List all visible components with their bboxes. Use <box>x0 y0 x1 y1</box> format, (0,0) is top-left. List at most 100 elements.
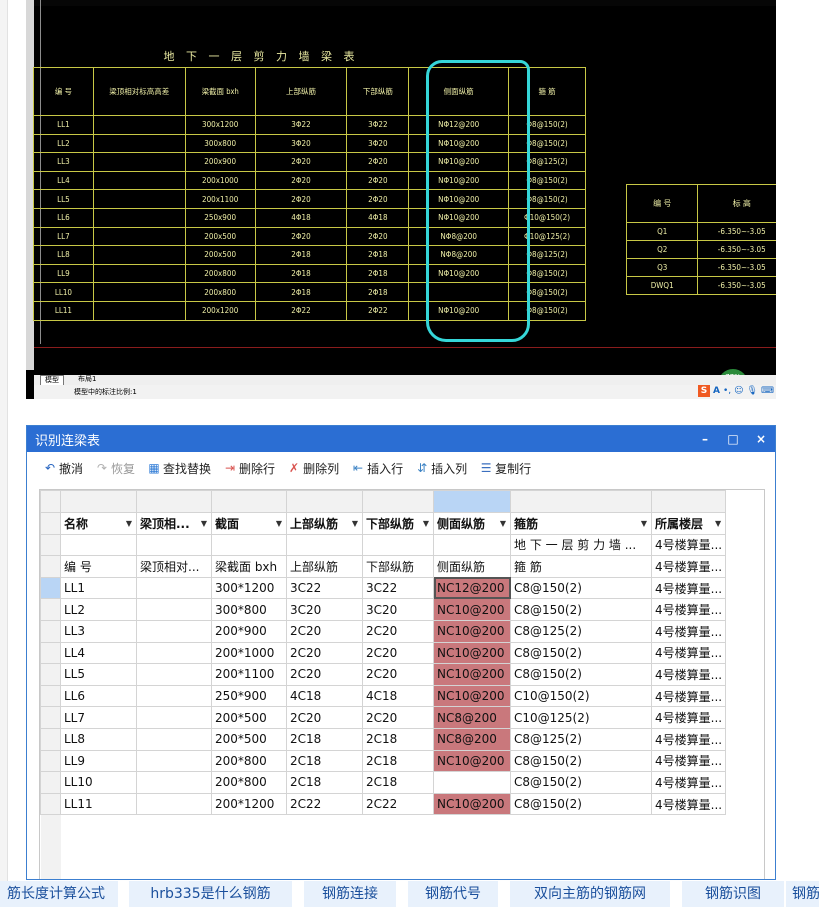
beam-grid-container[interactable]: 名称 ▼ 梁顶相... ▼ 截面 ▼ 上部纵筋 ▼ 下部纵筋 ▼ 侧面纵筋 ▼ 箍筋 ▼ 所属楼层 ▼ 地 下 … <box>39 489 765 879</box>
grid-cell[interactable] <box>136 576 212 600</box>
grid-column-selector[interactable] <box>362 490 434 513</box>
ime-mode-label[interactable]: A <box>713 386 720 396</box>
row-header[interactable] <box>40 598 61 621</box>
chevron-down-icon[interactable]: ▼ <box>126 519 132 528</box>
grid-cell[interactable]: C8@150(2) <box>510 598 652 621</box>
grid-cell[interactable] <box>433 533 511 557</box>
grid-cell[interactable]: LL9 <box>60 749 137 773</box>
side-rebar-cell[interactable]: NC10@200 <box>433 663 511 686</box>
grid-cell[interactable]: LL11 <box>60 792 137 816</box>
grid-cell[interactable] <box>136 749 212 773</box>
row-header[interactable] <box>40 792 61 816</box>
grid-cell[interactable]: 250*900 <box>211 684 287 708</box>
microphone-icon[interactable]: 🎙 <box>747 386 758 396</box>
grid-cell[interactable]: 2C18 <box>362 771 434 794</box>
grid-cell[interactable] <box>136 641 212 665</box>
grid-cell[interactable]: 箍 筋 <box>510 555 652 578</box>
grid-column-selector[interactable] <box>211 490 287 513</box>
grid-column-selector[interactable] <box>286 490 363 513</box>
minimize-button[interactable]: – <box>691 432 719 446</box>
grid-cell[interactable]: 3C20 <box>286 598 363 621</box>
grid-cell[interactable]: 3C20 <box>362 598 434 621</box>
grid-cell[interactable]: C8@150(2) <box>510 576 652 600</box>
insert-column-button[interactable]: ⇵ 插入列 <box>415 460 467 477</box>
grid-cell[interactable]: 200*1000 <box>211 641 287 665</box>
delete-row-button[interactable]: ⇥ 删除行 <box>223 460 275 477</box>
find-replace-button[interactable]: ▦ 查找替换 <box>147 460 211 477</box>
grid-cell[interactable]: 2C18 <box>286 771 363 794</box>
grid-cell[interactable]: C8@150(2) <box>510 641 652 665</box>
row-header[interactable] <box>40 641 61 665</box>
tab-layout1[interactable]: 布局1 <box>74 375 100 385</box>
grid-cell[interactable]: 下部纵筋 <box>362 555 434 578</box>
column-header-dropdown[interactable]: 下部纵筋 ▼ <box>362 512 434 535</box>
grid-cell[interactable]: 4号楼算量... <box>650 792 727 816</box>
grid-cell[interactable]: 3C22 <box>286 576 363 600</box>
grid-cell[interactable] <box>136 663 212 686</box>
column-header-dropdown[interactable]: 名称 ▼ <box>60 512 137 535</box>
delete-column-button[interactable]: ✗ 删除列 <box>287 460 339 477</box>
chevron-down-icon[interactable]: ▼ <box>641 519 647 528</box>
grid-cell[interactable]: 2C22 <box>362 792 434 816</box>
grid-cell[interactable]: 4号楼算量... <box>650 533 727 557</box>
grid-corner-cell[interactable] <box>40 490 61 513</box>
grid-cell[interactable] <box>136 706 212 729</box>
grid-cell[interactable]: 2C20 <box>362 706 434 729</box>
column-header-dropdown[interactable]: 上部纵筋 ▼ <box>286 512 363 535</box>
related-tag-link[interactable]: 双向主筋的钢筋网 <box>510 881 670 907</box>
row-header[interactable] <box>40 555 61 578</box>
grid-cell[interactable]: 编 号 <box>60 555 137 578</box>
row-header[interactable] <box>40 706 61 729</box>
grid-cell[interactable]: 4号楼算量... <box>650 576 727 600</box>
grid-cell[interactable]: 2C18 <box>362 727 434 751</box>
grid-cell[interactable] <box>136 598 212 621</box>
side-rebar-cell[interactable]: NC10@200 <box>433 749 511 773</box>
side-rebar-cell[interactable]: NC10@200 <box>433 792 511 816</box>
side-rebar-cell[interactable]: NC12@200 <box>433 576 511 600</box>
grid-cell[interactable]: LL3 <box>60 619 137 643</box>
grid-cell[interactable]: 4号楼算量... <box>650 749 727 773</box>
side-rebar-cell[interactable]: NC8@200 <box>433 706 511 729</box>
grid-cell[interactable]: 2C18 <box>362 749 434 773</box>
side-rebar-cell[interactable]: NC10@200 <box>433 684 511 708</box>
chevron-down-icon[interactable]: ▼ <box>276 519 282 528</box>
grid-cell[interactable]: C8@125(2) <box>510 727 652 751</box>
grid-cell[interactable]: 梁顶相对... <box>136 555 212 578</box>
grid-cell[interactable]: 300*800 <box>211 598 287 621</box>
side-rebar-cell[interactable]: NC10@200 <box>433 619 511 643</box>
grid-cell[interactable]: C10@125(2) <box>510 706 652 729</box>
side-rebar-cell[interactable]: NC10@200 <box>433 641 511 665</box>
grid-column-selector[interactable] <box>650 490 727 513</box>
grid-cell[interactable]: 4号楼算量... <box>650 684 727 708</box>
row-header[interactable] <box>40 512 61 535</box>
side-rebar-cell[interactable]: NC8@200 <box>433 727 511 751</box>
grid-cell[interactable]: 2C22 <box>286 792 363 816</box>
grid-column-selector[interactable] <box>60 490 137 513</box>
grid-cell[interactable]: 4号楼算量... <box>650 598 727 621</box>
grid-cell[interactable] <box>136 619 212 643</box>
grid-cell[interactable]: LL2 <box>60 598 137 621</box>
insert-row-button[interactable]: ⇤ 插入行 <box>351 460 403 477</box>
row-header[interactable] <box>40 576 61 600</box>
grid-cell[interactable] <box>136 727 212 751</box>
grid-cell[interactable]: 4号楼算量... <box>650 555 727 578</box>
side-rebar-cell[interactable] <box>433 771 511 794</box>
row-header[interactable] <box>40 533 61 557</box>
grid-cell[interactable]: C10@150(2) <box>510 684 652 708</box>
punctuation-icon[interactable]: •, <box>723 386 731 396</box>
row-header[interactable] <box>40 749 61 773</box>
grid-cell[interactable]: 200*800 <box>211 771 287 794</box>
grid-cell[interactable]: 4号楼算量... <box>650 771 727 794</box>
grid-cell[interactable]: 4C18 <box>362 684 434 708</box>
grid-cell[interactable]: LL1 <box>60 576 137 600</box>
page-left-scrollbar[interactable] <box>0 0 8 907</box>
chevron-down-icon[interactable]: ▼ <box>201 519 207 528</box>
grid-cell[interactable]: LL10 <box>60 771 137 794</box>
row-header[interactable] <box>40 619 61 643</box>
grid-cell[interactable]: C8@150(2) <box>510 663 652 686</box>
grid-column-selector[interactable] <box>510 490 652 513</box>
row-header[interactable] <box>40 663 61 686</box>
grid-cell[interactable]: C8@125(2) <box>510 619 652 643</box>
column-header-dropdown[interactable]: 截面 ▼ <box>211 512 287 535</box>
grid-cell[interactable]: 4号楼算量... <box>650 663 727 686</box>
